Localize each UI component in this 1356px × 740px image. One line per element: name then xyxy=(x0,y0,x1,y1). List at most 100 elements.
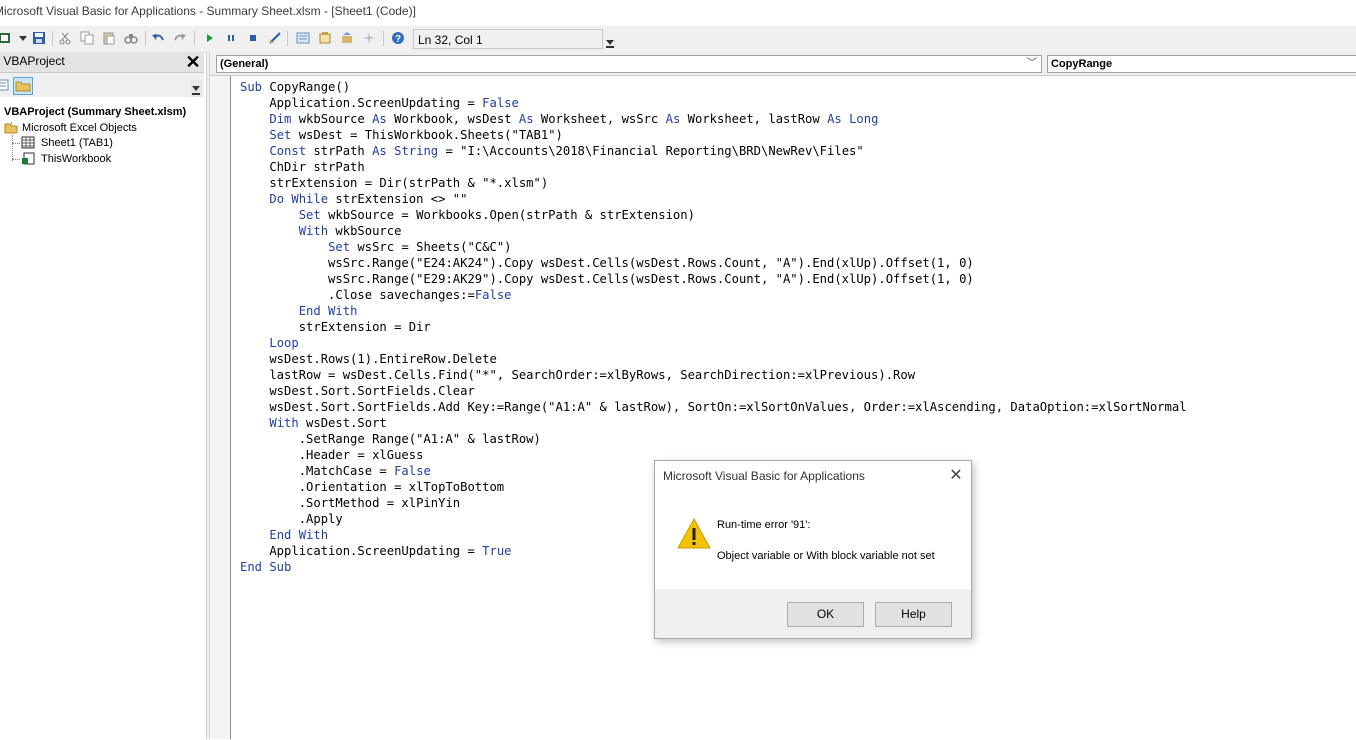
code-line[interactable]: Set wsSrc = Sheets("C&C") xyxy=(240,239,1187,255)
tree-root-project[interactable]: VBAProject (Summary Sheet.xlsm) xyxy=(4,105,186,119)
folder-icon xyxy=(4,123,18,134)
help-icon[interactable]: ? xyxy=(391,31,405,45)
toolbar-separator xyxy=(287,31,288,46)
code-token: wsSrc.Range("E24:AK24").Copy wsDest.Cell… xyxy=(240,256,974,270)
code-token: = "I:\Accounts\2018\Financial Reporting\… xyxy=(445,144,864,158)
scroll-down-icon[interactable] xyxy=(190,80,202,98)
code-line[interactable]: Set wkbSource = Workbooks.Open(strPath &… xyxy=(240,207,1187,223)
code-line[interactable]: lastRow = wsDest.Cells.Find("*", SearchO… xyxy=(240,367,1187,383)
procedure-dropdown[interactable]: CopyRange xyxy=(1047,55,1356,73)
code-token: wsDest.Rows(1).EntireRow.Delete xyxy=(240,352,497,366)
chevron-down-icon[interactable] xyxy=(16,31,30,45)
toolbar-overflow-icon[interactable] xyxy=(604,29,616,51)
code-token: Worksheet, wsSrc xyxy=(540,112,666,126)
project-explorer-title: - VBAProject xyxy=(0,54,65,68)
code-line[interactable]: Application.ScreenUpdating = False xyxy=(240,95,1187,111)
code-line[interactable]: wsDest.Sort.SortFields.Clear xyxy=(240,383,1187,399)
cut-icon[interactable] xyxy=(58,31,72,45)
code-token: wsDest = ThisWorkbook.Sheets("TAB1") xyxy=(298,128,563,142)
reset-icon[interactable] xyxy=(246,31,260,45)
code-line[interactable]: strExtension = Dir(strPath & "*.xlsm") xyxy=(240,175,1187,191)
run-icon[interactable] xyxy=(202,31,216,45)
code-token: .Close savechanges:= xyxy=(240,288,475,302)
code-line[interactable]: wsDest.Sort.SortFields.Add Key:=Range("A… xyxy=(240,399,1187,415)
code-margin-indicator-bar[interactable] xyxy=(211,76,231,739)
toolbox-icon[interactable] xyxy=(362,31,376,45)
worksheet-icon xyxy=(21,136,35,149)
code-line[interactable]: Loop xyxy=(240,335,1187,351)
design-mode-icon[interactable] xyxy=(268,31,282,45)
tree-folder-excel-objects[interactable]: Microsoft Excel Objects xyxy=(22,121,137,135)
code-keyword: False xyxy=(482,96,519,110)
code-line[interactable]: wsSrc.Range("E24:AK24").Copy wsDest.Cell… xyxy=(240,255,1187,271)
window-title: Microsoft Visual Basic for Applications … xyxy=(0,4,416,18)
code-line[interactable]: ChDir strPath xyxy=(240,159,1187,175)
code-line[interactable]: wsDest.Rows(1).EntireRow.Delete xyxy=(240,351,1187,367)
code-line[interactable]: .SetRange Range("A1:A" & lastRow) xyxy=(240,431,1187,447)
code-keyword: As String xyxy=(372,144,446,158)
code-keyword: As xyxy=(665,112,688,126)
code-keyword: False xyxy=(394,464,431,478)
code-token: Application.ScreenUpdating = xyxy=(240,96,483,110)
error-message-text: Object variable or With block variable n… xyxy=(717,550,935,562)
code-keyword: Loop xyxy=(269,336,299,350)
find-icon[interactable] xyxy=(124,31,138,45)
redo-icon[interactable] xyxy=(173,31,187,45)
view-code-icon[interactable] xyxy=(0,77,10,93)
code-line[interactable]: Do While strExtension <> "" xyxy=(240,191,1187,207)
toggle-folders-button[interactable] xyxy=(13,77,33,95)
code-line[interactable]: End With xyxy=(240,303,1187,319)
break-icon[interactable] xyxy=(224,31,238,45)
code-token: wsDest.Sort.SortFields.Clear xyxy=(240,384,475,398)
code-token: wsDest.Sort xyxy=(306,416,387,430)
code-line[interactable]: Dim wkbSource As Workbook, wsDest As Wor… xyxy=(240,111,1187,127)
tree-item-thisworkbook[interactable]: ThisWorkbook xyxy=(41,152,111,166)
code-token: wsDest.Sort.SortFields.Add Key:=Range("A… xyxy=(240,400,1187,414)
help-button[interactable]: Help xyxy=(875,602,952,627)
code-token: Worksheet, lastRow xyxy=(687,112,828,126)
workbook-icon xyxy=(22,152,35,165)
chevron-down-icon[interactable]: ﹀ xyxy=(1027,56,1037,72)
code-keyword: Dim xyxy=(269,112,299,126)
properties-icon[interactable] xyxy=(318,31,332,45)
save-icon[interactable] xyxy=(32,31,46,45)
ok-button[interactable]: OK xyxy=(787,602,864,627)
cursor-position-indicator: Ln 32, Col 1 xyxy=(413,29,603,49)
code-keyword: Set xyxy=(298,208,329,222)
object-dropdown[interactable]: (General) ﹀ xyxy=(216,55,1042,73)
toolbar-separator xyxy=(383,31,384,46)
close-icon[interactable]: ✕ xyxy=(184,52,202,72)
window-titlebar: Microsoft Visual Basic for Applications … xyxy=(0,0,1356,26)
tree-item-sheet1[interactable]: Sheet1 (TAB1) xyxy=(41,136,113,150)
code-line[interactable]: wsSrc.Range("E29:AK29").Copy wsDest.Cell… xyxy=(240,271,1187,287)
view-excel-icon[interactable] xyxy=(0,31,12,45)
project-tree: VBAProject (Summary Sheet.xlsm) Microsof… xyxy=(0,97,206,739)
code-token: .SortMethod = xlPinYin xyxy=(240,496,461,510)
paste-icon[interactable] xyxy=(102,31,116,45)
code-line[interactable]: With wkbSource xyxy=(240,223,1187,239)
procedure-dropdown-value: CopyRange xyxy=(1051,58,1113,70)
code-keyword: With xyxy=(269,416,307,430)
undo-icon[interactable] xyxy=(151,31,165,45)
code-line[interactable]: strExtension = Dir xyxy=(240,319,1187,335)
code-line[interactable]: With wsDest.Sort xyxy=(240,415,1187,431)
code-line[interactable]: Const strPath As String = "I:\Accounts\2… xyxy=(240,143,1187,159)
code-token: strExtension = Dir(strPath & "*.xlsm") xyxy=(240,176,549,190)
code-token: strExtension = Dir xyxy=(240,320,431,334)
code-token: wsSrc.Range("E29:AK29").Copy wsDest.Cell… xyxy=(240,272,974,286)
code-keyword: Set xyxy=(328,240,358,254)
project-explorer-icon[interactable] xyxy=(296,31,310,45)
code-keyword: Do While xyxy=(269,192,336,206)
object-browser-icon[interactable] xyxy=(340,31,354,45)
copy-icon[interactable] xyxy=(80,31,94,45)
code-line[interactable]: .Close savechanges:=False xyxy=(240,287,1187,303)
close-icon[interactable]: ✕ xyxy=(945,465,967,487)
code-line[interactable]: Set wsDest = ThisWorkbook.Sheets("TAB1") xyxy=(240,127,1187,143)
code-line[interactable]: Sub CopyRange() xyxy=(240,79,1187,95)
